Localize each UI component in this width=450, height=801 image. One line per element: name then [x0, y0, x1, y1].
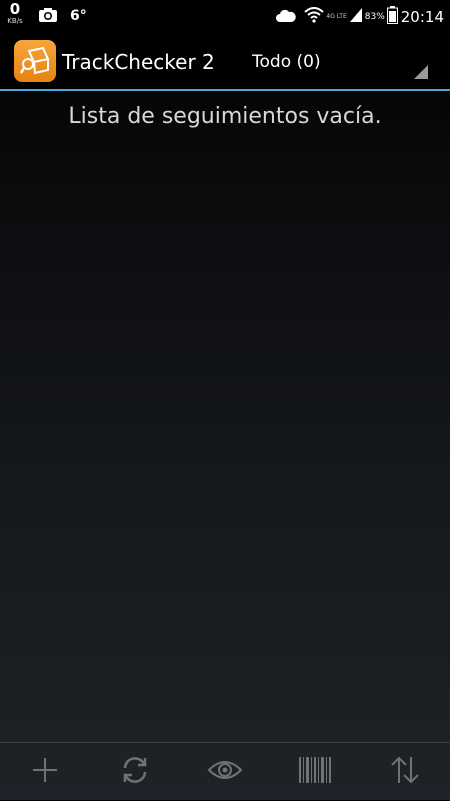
cloud-icon	[276, 8, 297, 27]
status-bar: 0 KB/s 6° 4G LTE 83% 20:14	[0, 0, 450, 33]
add-button[interactable]	[15, 747, 75, 797]
battery-icon	[386, 6, 398, 28]
barcode-icon	[298, 756, 332, 788]
bottom-toolbar	[0, 742, 450, 801]
action-bar-divider	[0, 89, 450, 91]
app-title: TrackChecker 2	[62, 50, 215, 74]
sort-icon	[389, 755, 421, 789]
status-right: 4G LTE 83% 20:14	[276, 6, 444, 28]
network-type-label: 4G LTE	[326, 13, 347, 20]
dropdown-corner-icon	[414, 64, 428, 83]
view-button[interactable]	[195, 747, 255, 797]
net-speed: 0 KB/s	[4, 2, 26, 25]
app-icon[interactable]	[14, 40, 56, 82]
status-left: 0 KB/s 6°	[4, 2, 87, 27]
action-bar: TrackChecker 2 Todo (0)	[0, 33, 450, 89]
refresh-button[interactable]	[105, 747, 165, 797]
add-icon	[31, 756, 59, 788]
wifi-icon	[304, 7, 325, 27]
camera-icon	[38, 7, 58, 27]
sort-button[interactable]	[375, 747, 435, 797]
signal-icon	[349, 7, 363, 27]
clock: 20:14	[400, 8, 444, 26]
refresh-icon	[120, 755, 150, 789]
temperature-label: 6°	[70, 8, 87, 24]
empty-list-message: Lista de seguimientos vacía.	[68, 104, 382, 129]
eye-icon	[207, 758, 243, 786]
net-speed-value: 0	[9, 0, 21, 18]
net-speed-unit: KB/s	[7, 17, 23, 25]
filter-label: Todo (0)	[252, 52, 321, 72]
battery-percent: 83%	[364, 12, 385, 22]
scan-barcode-button[interactable]	[285, 747, 345, 797]
filter-dropdown[interactable]: Todo (0)	[240, 33, 428, 89]
